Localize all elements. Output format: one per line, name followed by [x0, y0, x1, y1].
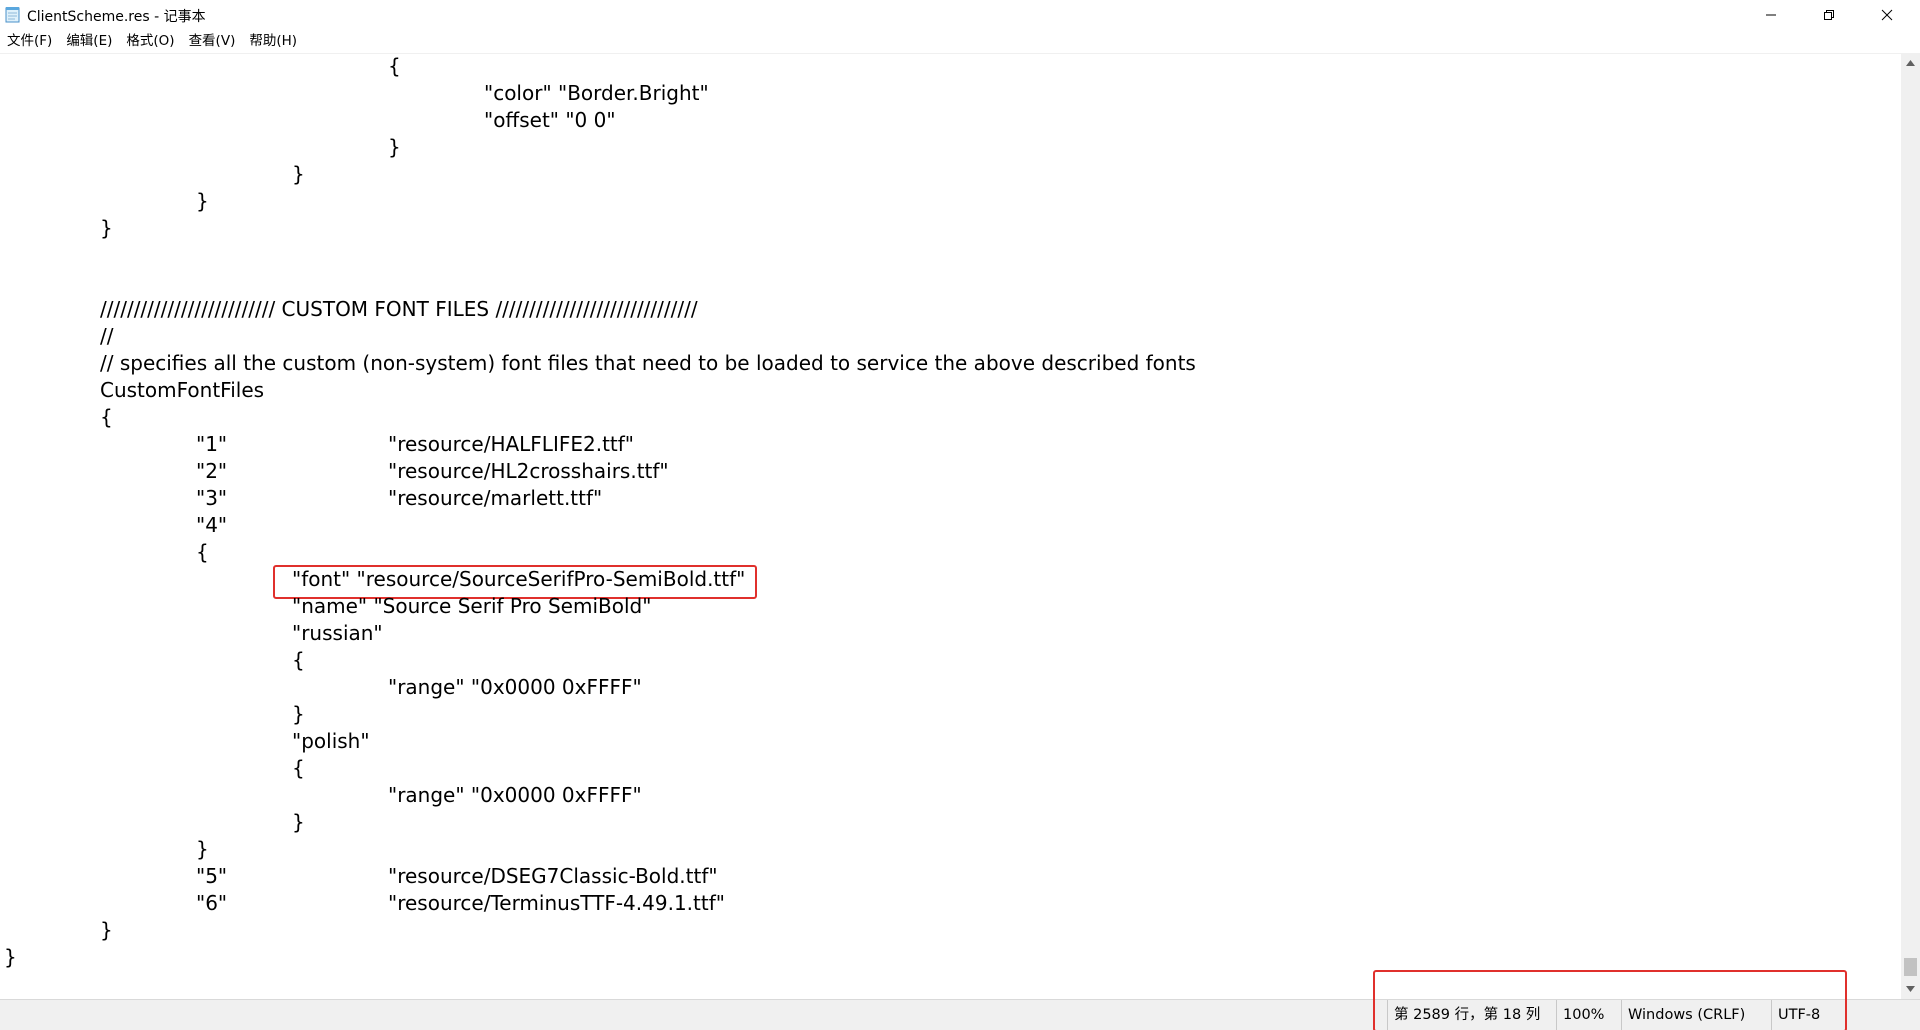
text-line: { — [100, 405, 113, 429]
chevron-up-icon — [1906, 59, 1915, 66]
text-line: { — [292, 756, 305, 780]
text-key: "1" — [196, 432, 228, 456]
status-cursor-position: 第 2589 行，第 18 列 — [1387, 1000, 1540, 1030]
scroll-up-button[interactable] — [1901, 54, 1920, 71]
menu-format[interactable]: 格式(O) — [119, 30, 181, 53]
text-line: "range" "0x0000 0xFFFF" — [388, 783, 642, 807]
text-line: "5" "resource/DSEG7Classic-Bold.ttf" — [196, 864, 718, 891]
minimize-icon — [1766, 14, 1776, 16]
title-bar[interactable]: ClientScheme.res - 记事本 — [0, 0, 1920, 30]
text-line: } — [292, 162, 305, 186]
notepad-icon — [5, 7, 20, 23]
text-line: "6" "resource/TerminusTTF-4.49.1.ttf" — [196, 891, 725, 918]
text-value: "resource/marlett.ttf" — [388, 486, 603, 510]
menu-edit[interactable]: 编辑(E) — [59, 30, 119, 53]
close-button[interactable] — [1858, 0, 1916, 30]
text-line: "1" "resource/HALFLIFE2.ttf" — [196, 432, 634, 459]
menu-help[interactable]: 帮助(H) — [242, 30, 304, 53]
text-line: "color" "Border.Bright" — [484, 81, 709, 105]
vertical-scrollbar[interactable] — [1901, 54, 1920, 999]
text-line: } — [4, 945, 17, 969]
text-line: "3" "resource/marlett.ttf" — [196, 486, 602, 513]
text-line: } — [100, 216, 113, 240]
status-line-ending: Windows (CRLF) — [1621, 1000, 1745, 1030]
status-bar: 第 2589 行，第 18 列 100% Windows (CRLF) UTF-… — [0, 970, 1920, 1030]
menu-bar: 文件(F) 编辑(E) 格式(O) 查看(V) 帮助(H) — [0, 30, 1920, 54]
status-zoom: 100% — [1556, 1000, 1604, 1030]
text-value: "resource/DSEG7Classic-Bold.ttf" — [388, 864, 718, 888]
close-icon — [1881, 9, 1893, 21]
text-line: } — [292, 702, 305, 726]
text-editor[interactable]: { "color" "Border.Bright" "offset" "0 0"}}… — [0, 54, 1901, 999]
chevron-down-icon — [1906, 985, 1915, 992]
restore-icon — [1824, 10, 1834, 20]
text-line: } — [292, 810, 305, 834]
text-line: } — [196, 837, 209, 861]
text-value: "resource/TerminusTTF-4.49.1.ttf" — [388, 891, 725, 915]
text-line: } — [100, 918, 113, 942]
text-line: "russian" — [292, 621, 383, 645]
text-line: "4" — [196, 513, 228, 537]
text-key: "5" — [196, 864, 228, 888]
text-line: } — [388, 135, 401, 159]
restore-button[interactable] — [1800, 0, 1858, 30]
text-line: "2" "resource/HL2crosshairs.ttf" — [196, 459, 669, 486]
text-line: "name" "Source Serif Pro SemiBold" — [292, 594, 652, 618]
text-line: ////////////////////////// CUSTOM FONT F… — [100, 297, 698, 321]
scrollbar-thumb[interactable] — [1904, 958, 1917, 976]
text-key: "6" — [196, 891, 228, 915]
text-line: "range" "0x0000 0xFFFF" — [388, 675, 642, 699]
minimize-button[interactable] — [1742, 0, 1800, 30]
text-key: "3" — [196, 486, 228, 510]
text-line: "polish" — [292, 729, 370, 753]
scroll-down-button[interactable] — [1901, 980, 1920, 997]
text-value: "resource/HL2crosshairs.ttf" — [388, 459, 669, 483]
text-line: { — [196, 540, 209, 564]
text-line: { — [388, 54, 401, 78]
text-line: { — [292, 648, 305, 672]
menu-file[interactable]: 文件(F) — [0, 30, 59, 53]
status-encoding: UTF-8 — [1771, 1000, 1820, 1030]
menu-view[interactable]: 查看(V) — [182, 30, 243, 53]
window-title: ClientScheme.res - 记事本 — [27, 9, 206, 25]
text-line: // — [100, 324, 114, 348]
text-line: // specifies all the custom (non-system)… — [100, 351, 1196, 375]
text-key: "2" — [196, 459, 228, 483]
text-line: "font" "resource/SourceSerifPro-SemiBold… — [292, 567, 746, 591]
text-line: "offset" "0 0" — [484, 108, 616, 132]
notepad-window: ClientScheme.res - 记事本 文件(F) 编辑(E) 格式(O)… — [0, 0, 1920, 1030]
text-value: "resource/HALFLIFE2.ttf" — [388, 432, 634, 456]
text-line: } — [196, 189, 209, 213]
text-line: CustomFontFiles — [100, 378, 265, 402]
